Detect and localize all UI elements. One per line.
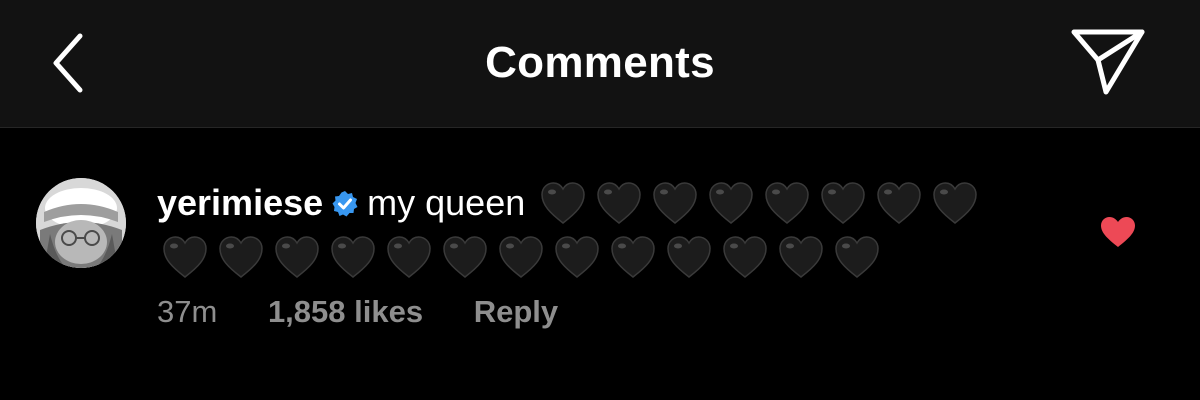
reply-button[interactable]: Reply: [474, 294, 558, 329]
share-button[interactable]: [1068, 26, 1148, 98]
black-heart-emoji: [597, 182, 642, 224]
black-heart-emoji: [499, 236, 543, 278]
comment-username[interactable]: yerimiese: [157, 182, 323, 223]
black-heart-emoji: [779, 236, 823, 278]
black-heart-emoji: [667, 236, 711, 278]
black-heart-emoji: [765, 182, 810, 224]
paper-plane-icon: [1071, 29, 1145, 95]
black-heart-emoji: [877, 182, 922, 224]
black-heart-emoji: [387, 236, 431, 278]
likes-count[interactable]: 1,858 likes: [268, 294, 423, 329]
black-heart-emoji: [219, 236, 263, 278]
black-heart-emoji: [541, 182, 586, 224]
comment-body: yerimiese my queen: [157, 176, 1037, 284]
comment-time: 37m: [157, 294, 218, 329]
black-heart-emoji: [611, 236, 655, 278]
comment-item: yerimiese my queen 37m 1,858 likes Reply: [0, 128, 1200, 400]
comment-meta: 37m 1,858 likes Reply: [157, 294, 600, 330]
top-bar: Comments: [0, 0, 1200, 128]
black-heart-emoji: [933, 182, 978, 224]
comment-text: my queen: [367, 182, 526, 223]
page-title: Comments: [485, 38, 715, 87]
heart-icon: [1101, 217, 1135, 247]
black-heart-emoji: [835, 236, 879, 278]
like-button[interactable]: [1100, 216, 1136, 248]
black-heart-emoji: [443, 236, 487, 278]
black-heart-emoji: [709, 182, 754, 224]
black-heart-emoji: [163, 236, 207, 278]
black-heart-emoji: [275, 236, 319, 278]
verified-badge-icon: [332, 191, 358, 217]
black-heart-emoji: [821, 182, 866, 224]
avatar-image: [36, 178, 126, 268]
black-heart-emoji: [723, 236, 767, 278]
black-heart-emoji: [555, 236, 599, 278]
black-heart-emoji: [331, 236, 375, 278]
avatar[interactable]: [36, 178, 126, 268]
black-heart-emoji: [653, 182, 698, 224]
